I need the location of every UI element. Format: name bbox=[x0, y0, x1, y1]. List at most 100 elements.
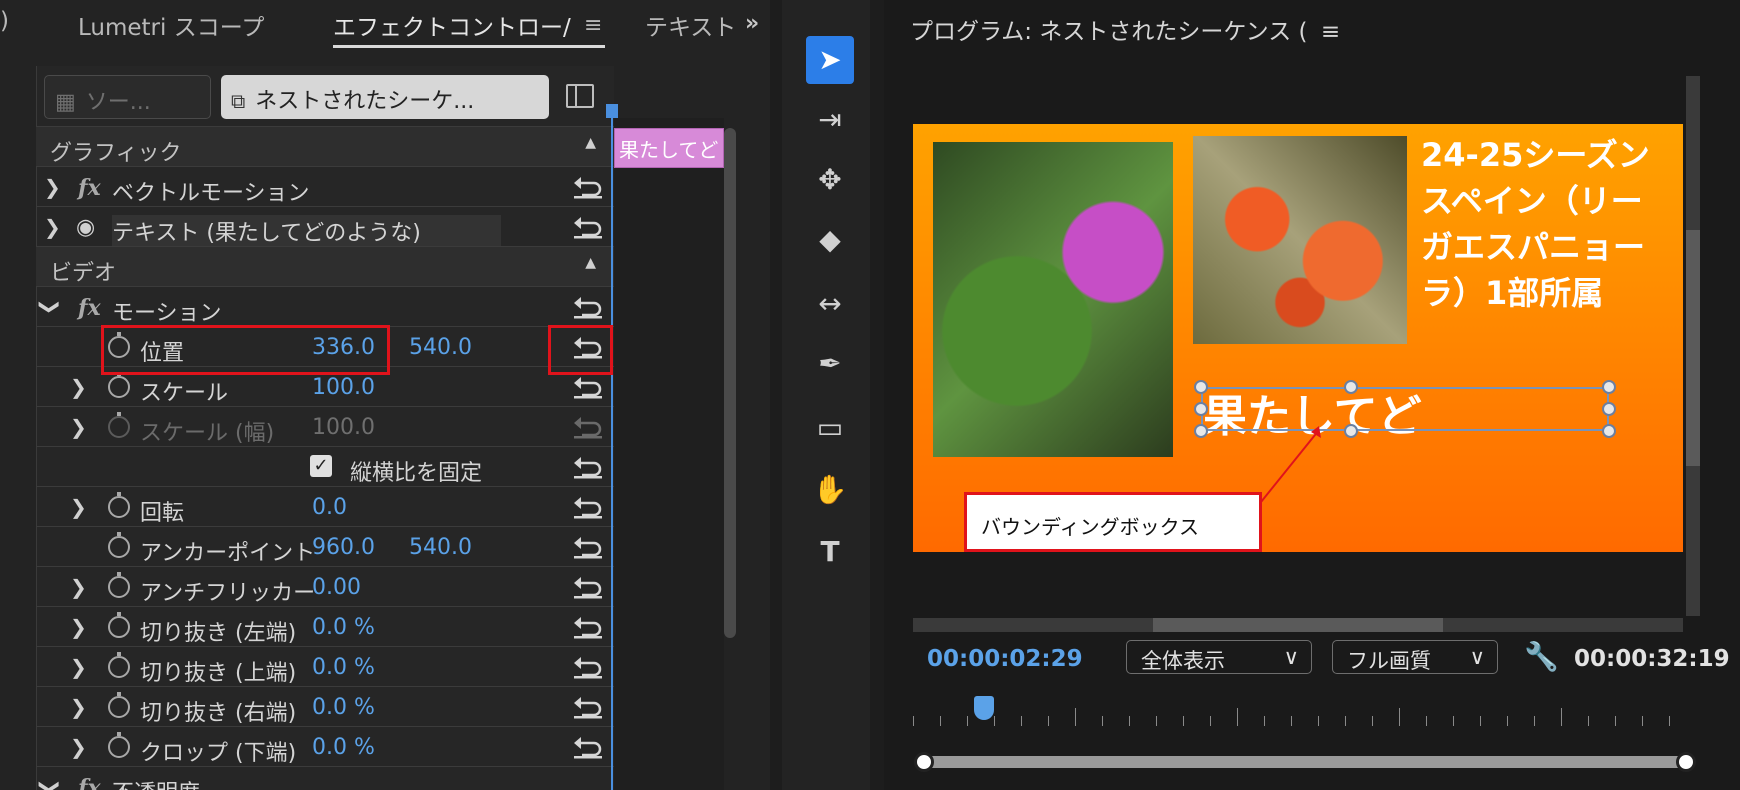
reset-icon[interactable] bbox=[572, 613, 604, 639]
toggle-timeline-view-icon[interactable] bbox=[566, 84, 594, 108]
effect-controls-scrollbar[interactable] bbox=[724, 128, 736, 638]
panel-menu-icon[interactable]: ≡ bbox=[1321, 19, 1340, 45]
bbox-handle[interactable] bbox=[1194, 402, 1208, 416]
reset-icon[interactable] bbox=[572, 373, 604, 399]
crop-right-value[interactable]: 0.0 % bbox=[312, 695, 375, 720]
time-ruler[interactable] bbox=[913, 700, 1693, 726]
property-crop-left[interactable]: ❯ 切り抜き (左端) 0.0 % bbox=[36, 606, 614, 646]
fx-icon[interactable]: fx bbox=[78, 295, 101, 321]
collapse-arrow-icon[interactable]: ▲ bbox=[585, 135, 596, 151]
expand-chevron-icon[interactable]: ❯ bbox=[70, 575, 87, 599]
collapse-arrow-icon[interactable]: ▲ bbox=[585, 255, 596, 271]
stopwatch-icon[interactable] bbox=[108, 572, 130, 598]
tab-effect-controls[interactable]: エフェクトコントロー/ bbox=[333, 8, 573, 42]
bbox-handle[interactable] bbox=[1602, 402, 1616, 416]
pen-icon[interactable]: ✒ bbox=[806, 340, 854, 388]
monitor-vertical-scrollbar[interactable] bbox=[1686, 76, 1700, 616]
bbox-handle[interactable] bbox=[1602, 380, 1616, 394]
reset-icon[interactable] bbox=[572, 533, 604, 559]
effect-playhead-line[interactable] bbox=[611, 108, 613, 790]
rectangle-icon[interactable]: ▭ bbox=[806, 404, 854, 452]
stopwatch-icon[interactable] bbox=[108, 612, 130, 638]
stopwatch-icon[interactable] bbox=[108, 372, 130, 398]
bbox-handle[interactable] bbox=[1194, 424, 1208, 438]
tab-text[interactable]: テキスト bbox=[645, 8, 737, 42]
expand-chevron-icon[interactable]: ❯ bbox=[70, 655, 87, 679]
collapse-chevron-icon[interactable]: ❯ bbox=[38, 779, 62, 790]
stopwatch-icon[interactable] bbox=[108, 732, 130, 758]
stopwatch-icon[interactable] bbox=[108, 652, 130, 678]
razor-icon[interactable]: ◆ bbox=[806, 216, 854, 264]
property-crop-bottom[interactable]: ❯ クロップ (下端) 0.0 % bbox=[36, 726, 614, 766]
type-icon[interactable]: T bbox=[806, 528, 854, 576]
fx-icon[interactable]: fx bbox=[78, 775, 101, 790]
fx-icon[interactable]: fx bbox=[78, 175, 101, 201]
slip-icon[interactable]: ↔ bbox=[806, 280, 854, 328]
zoom-end-handle[interactable] bbox=[1676, 752, 1696, 772]
track-select-forward-icon[interactable]: ⇥ bbox=[806, 96, 854, 144]
expand-chevron-icon[interactable]: ❯ bbox=[70, 495, 87, 519]
expand-chevron-icon[interactable]: ❯ bbox=[70, 375, 87, 399]
effect-playhead-marker[interactable] bbox=[606, 104, 618, 118]
scroll-thumb[interactable] bbox=[1153, 618, 1443, 632]
crop-bottom-value[interactable]: 0.0 % bbox=[312, 735, 375, 760]
reset-icon[interactable] bbox=[572, 173, 604, 199]
tab-overflow-icon[interactable]: » bbox=[745, 11, 759, 36]
anchor-y-value[interactable]: 540.0 bbox=[409, 535, 472, 560]
reset-icon[interactable] bbox=[572, 493, 604, 519]
bbox-handle[interactable] bbox=[1194, 380, 1208, 394]
property-crop-right[interactable]: ❯ 切り抜き (右端) 0.0 % bbox=[36, 686, 614, 726]
tab-lumetri-scope[interactable]: Lumetri スコープ bbox=[78, 8, 264, 42]
hand-icon[interactable]: ✋ bbox=[806, 466, 854, 514]
timeline-clip[interactable]: 果たしてど bbox=[614, 128, 724, 168]
position-y-value[interactable]: 540.0 bbox=[409, 335, 472, 360]
bbox-handle[interactable] bbox=[1602, 424, 1616, 438]
effect-motion[interactable]: ❯ fx モーション bbox=[36, 286, 614, 326]
property-antiflicker[interactable]: ❯ アンチフリッカー 0.00 bbox=[36, 566, 614, 606]
monitor-horizontal-scrollbar[interactable] bbox=[913, 618, 1683, 632]
reset-icon[interactable] bbox=[572, 653, 604, 679]
reset-icon[interactable] bbox=[572, 573, 604, 599]
tab-partial[interactable]: ) bbox=[0, 8, 9, 34]
effect-text-layer[interactable]: ❯ ◉ テキスト (果たしてどのような) bbox=[36, 206, 614, 247]
expand-chevron-icon[interactable]: ❯ bbox=[70, 615, 87, 639]
timeline-zoom-bar[interactable] bbox=[922, 756, 1688, 768]
property-anchor-point[interactable]: アンカーポイント 960.0 540.0 bbox=[36, 526, 614, 566]
collapse-chevron-icon[interactable]: ❯ bbox=[38, 299, 62, 316]
stopwatch-icon[interactable] bbox=[108, 492, 130, 518]
expand-chevron-icon[interactable]: ❯ bbox=[70, 415, 87, 439]
expand-chevron-icon[interactable]: ❯ bbox=[70, 735, 87, 759]
stopwatch-icon[interactable] bbox=[108, 532, 130, 558]
anchor-x-value[interactable]: 960.0 bbox=[312, 535, 375, 560]
stopwatch-icon[interactable] bbox=[108, 692, 130, 718]
scroll-thumb[interactable] bbox=[1686, 230, 1700, 466]
reset-icon[interactable] bbox=[572, 693, 604, 719]
panel-menu-icon[interactable]: ≡ bbox=[584, 13, 602, 38]
sequence-clip-button[interactable]: ⧉ ネストされたシーケ... bbox=[221, 75, 549, 119]
crop-top-value[interactable]: 0.0 % bbox=[312, 655, 375, 680]
scale-value[interactable]: 100.0 bbox=[312, 375, 375, 400]
program-video-frame[interactable]: 24-25シーズン スペイン（リー ガエスパニョー ラ）1部所属 果たしてど バ… bbox=[913, 124, 1683, 552]
reset-icon[interactable] bbox=[572, 213, 604, 239]
expand-chevron-icon[interactable]: ❯ bbox=[70, 695, 87, 719]
expand-chevron-icon[interactable]: ❯ bbox=[44, 175, 61, 199]
selection-tool-icon[interactable]: ➤ bbox=[806, 36, 854, 84]
section-video[interactable]: ビデオ ▲ bbox=[36, 246, 614, 286]
zoom-start-handle[interactable] bbox=[914, 752, 934, 772]
crop-left-value[interactable]: 0.0 % bbox=[312, 615, 375, 640]
current-timecode[interactable]: 00:00:02:29 bbox=[927, 646, 1083, 672]
settings-wrench-icon[interactable]: 🔧 bbox=[1524, 640, 1559, 673]
reset-icon[interactable] bbox=[572, 293, 604, 319]
effect-vector-motion[interactable]: ❯ fx ベクトルモーション bbox=[36, 166, 614, 206]
rotation-value[interactable]: 0.0 bbox=[312, 495, 347, 520]
bbox-handle[interactable] bbox=[1344, 424, 1358, 438]
property-rotation[interactable]: ❯ 回転 0.0 bbox=[36, 486, 614, 526]
visibility-eye-icon[interactable]: ◉ bbox=[76, 215, 95, 240]
program-playhead[interactable] bbox=[974, 696, 994, 720]
property-uniform-scale[interactable]: ✓ 縦横比を固定 bbox=[36, 446, 614, 486]
expand-chevron-icon[interactable]: ❯ bbox=[44, 215, 61, 239]
antiflicker-value[interactable]: 0.00 bbox=[312, 575, 361, 600]
property-crop-top[interactable]: ❯ 切り抜き (上端) 0.0 % bbox=[36, 646, 614, 686]
program-monitor-title[interactable]: プログラム: ネストされたシーケンス ( ≡ bbox=[910, 12, 1340, 46]
section-graphics[interactable]: グラフィック ▲ bbox=[36, 126, 614, 166]
